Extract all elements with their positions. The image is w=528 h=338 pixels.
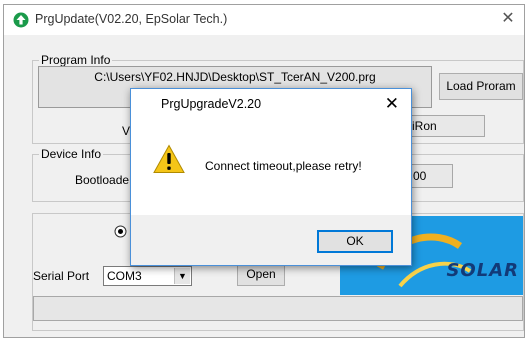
serial-port-value: COM3 [107,269,142,283]
ok-label: OK [346,234,364,248]
window-close-icon[interactable]: ✕ [498,8,518,30]
serial-port-label: Serial Port [33,269,90,283]
window-title: PrgUpdate(V02.20, EpSolar Tech.) [35,12,228,26]
load-program-button[interactable]: Load Proram [439,73,523,100]
dialog-close-icon[interactable]: ✕ [385,93,399,115]
dialog-title-bar: PrgUpgradeV2.20 ✕ [131,89,411,120]
serial-port-select[interactable]: COM3 ▼ [103,266,192,286]
program-info-title: Program Info [39,53,113,67]
timeout-dialog: PrgUpgradeV2.20 ✕ Connect timeout,please… [130,88,412,266]
device-info-readonly-field: 00 [405,164,453,188]
open-port-label: Open [246,267,276,281]
device-info-title: Device Info [39,147,104,161]
radio-button-icon[interactable] [114,225,127,238]
bootloader-label: Bootloade [75,173,130,187]
load-program-label: Load Proram [446,79,516,93]
title-bar: PrgUpdate(V02.20, EpSolar Tech.) ✕ [4,5,524,35]
program-info-readonly-field: iRon [405,115,485,137]
status-bar [33,296,523,321]
dialog-title: PrgUpgradeV2.20 [161,97,262,111]
dialog-message: Connect timeout,please retry! [205,159,362,173]
device-info-readonly-value: 00 [413,169,427,183]
program-info-readonly-value: iRon [412,119,437,133]
logo-text: SOLAR [446,260,519,281]
chevron-down-icon[interactable]: ▼ [174,268,190,284]
dialog-body: Connect timeout,please retry! [131,120,411,215]
program-info-partial-label: V [122,124,131,138]
warning-icon [153,144,185,173]
program-path-text: C:\Users\YF02.HNJD\Desktop\ST_TcerAN_V20… [94,70,376,84]
app-icon [13,12,29,28]
ok-button[interactable]: OK [317,230,393,253]
